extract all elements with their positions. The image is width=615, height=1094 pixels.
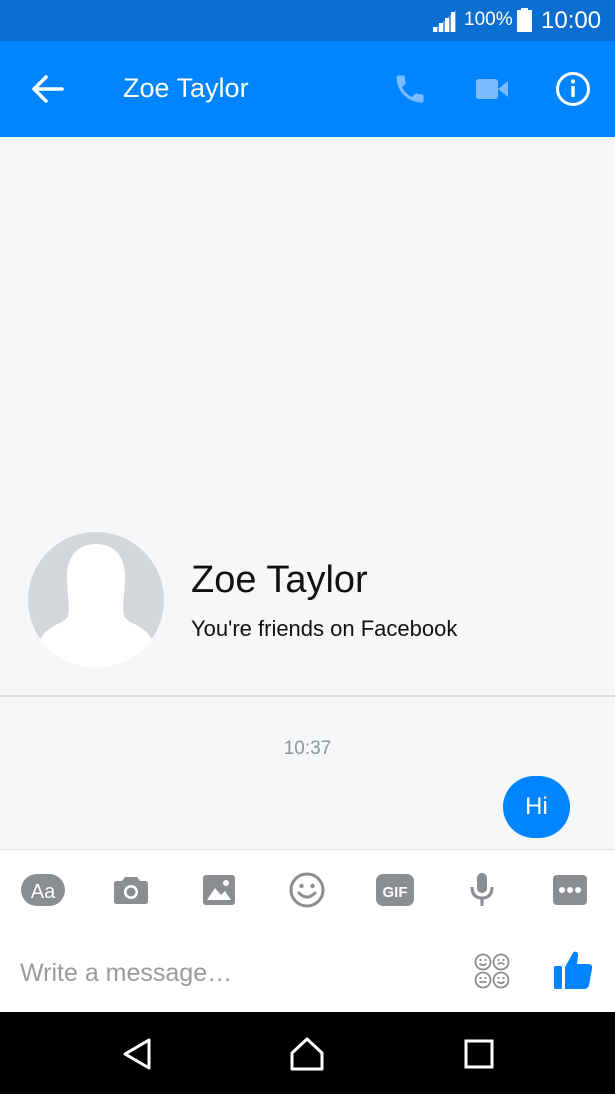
image-icon[interactable]: [196, 872, 242, 908]
nav-home-icon[interactable]: [289, 1036, 325, 1072]
friendship-status: You're friends on Facebook: [191, 616, 458, 641]
message-composer: Aa GIF: [0, 849, 615, 1012]
clock: 10:00: [541, 7, 602, 34]
message-timestamp: 10:37: [283, 738, 332, 759]
system-navigation-bar: [0, 1012, 615, 1094]
divider: [0, 695, 615, 697]
profile-name: Zoe Taylor: [191, 559, 368, 601]
signal-icon: [432, 10, 456, 32]
phone-icon[interactable]: [392, 71, 428, 107]
conversation-area[interactable]: Zoe Taylor You're friends on Facebook 10…: [0, 137, 615, 849]
video-camera-icon[interactable]: [474, 75, 510, 103]
message-input[interactable]: [20, 953, 440, 993]
info-icon[interactable]: [555, 71, 591, 107]
emoji-icon[interactable]: [284, 872, 330, 908]
nav-recents-icon[interactable]: [461, 1036, 497, 1072]
thumbs-up-icon[interactable]: [553, 949, 593, 991]
nav-back-icon[interactable]: [119, 1036, 155, 1072]
profile-card: Zoe Taylor You're friends on Facebook: [0, 532, 615, 696]
camera-icon[interactable]: [108, 872, 154, 908]
gif-label: GIF: [383, 884, 408, 901]
text-format-icon[interactable]: Aa: [20, 872, 66, 908]
battery-icon: [517, 8, 532, 32]
sent-message-bubble[interactable]: Hi: [503, 776, 570, 838]
gif-icon[interactable]: GIF: [372, 872, 418, 908]
page-title[interactable]: Zoe Taylor: [123, 73, 249, 104]
more-icon[interactable]: [547, 872, 593, 908]
battery-percent: 100%: [464, 9, 513, 30]
avatar: [28, 532, 164, 668]
microphone-icon[interactable]: [459, 872, 505, 908]
stickers-icon[interactable]: [473, 952, 511, 990]
status-bar: 100% 10:00: [0, 0, 615, 41]
back-arrow-icon[interactable]: [30, 73, 64, 105]
conversation-header: Zoe Taylor: [0, 41, 615, 137]
text-format-label: Aa: [31, 881, 56, 903]
default-avatar-silhouette-icon: [35, 544, 157, 668]
